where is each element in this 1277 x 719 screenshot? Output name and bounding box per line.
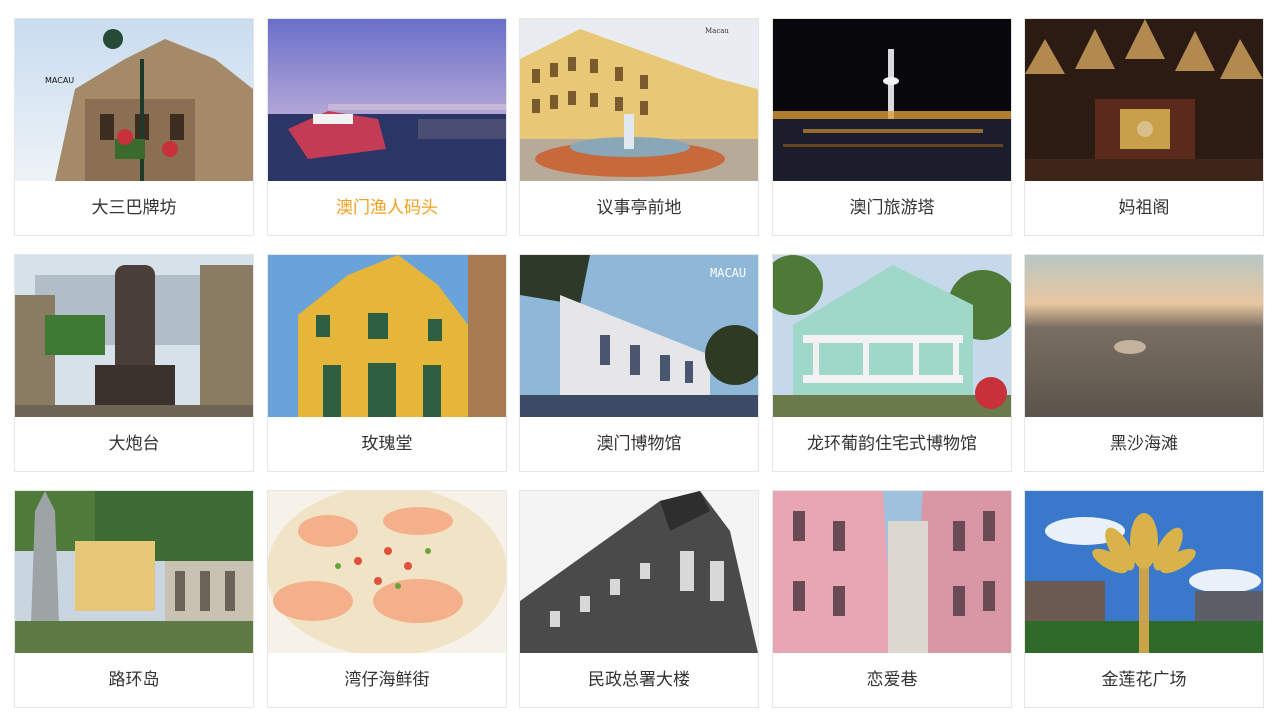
attraction-photo[interactable] xyxy=(1025,491,1263,653)
attraction-name[interactable]: 玫瑰堂 xyxy=(268,417,506,471)
attraction-photo[interactable] xyxy=(15,491,253,653)
attraction-card-wanzai-seafood-street[interactable]: 湾仔海鲜街 xyxy=(267,490,507,708)
attraction-name[interactable]: 龙环葡韵住宅式博物馆 xyxy=(773,417,1011,471)
attraction-name[interactable]: 澳门渔人码头 xyxy=(268,181,506,235)
attraction-card-taipa-houses-museum[interactable]: 龙环葡韵住宅式博物馆 xyxy=(772,254,1012,472)
attraction-card-fishermans-wharf[interactable]: 澳门渔人码头 xyxy=(267,18,507,236)
attraction-card-coloane-island[interactable]: 路环岛 xyxy=(14,490,254,708)
attraction-card-monte-fortress[interactable]: 大炮台 xyxy=(14,254,254,472)
attraction-card-hac-sa-beach[interactable]: 黑沙海滩 xyxy=(1024,254,1264,472)
attraction-name[interactable]: 金莲花广场 xyxy=(1025,653,1263,707)
image-watermark: Macau xyxy=(705,27,729,35)
attractions-grid: MACAU 大三巴牌坊 澳门渔人码头 Macau 议事亭前地 澳门旅游塔 妈祖阁… xyxy=(0,0,1277,719)
attraction-name[interactable]: 澳门博物馆 xyxy=(520,417,758,471)
attraction-card-civic-municipal-affairs-building[interactable]: 民政总署大楼 xyxy=(519,490,759,708)
attraction-photo[interactable] xyxy=(1025,19,1263,181)
attraction-card-ruins-of-st-pauls[interactable]: MACAU 大三巴牌坊 xyxy=(14,18,254,236)
attraction-name[interactable]: 大炮台 xyxy=(15,417,253,471)
attraction-name[interactable]: 路环岛 xyxy=(15,653,253,707)
image-watermark: MACAU xyxy=(710,266,746,280)
attraction-photo[interactable]: Macau xyxy=(520,19,758,181)
attraction-photo[interactable] xyxy=(268,19,506,181)
attraction-name[interactable]: 恋爱巷 xyxy=(773,653,1011,707)
attraction-photo[interactable] xyxy=(268,491,506,653)
attraction-photo[interactable] xyxy=(520,491,758,653)
attraction-card-macau-tower[interactable]: 澳门旅游塔 xyxy=(772,18,1012,236)
attraction-photo[interactable]: MACAU xyxy=(520,255,758,417)
attraction-card-st-dominics-church[interactable]: 玫瑰堂 xyxy=(267,254,507,472)
attraction-photo[interactable] xyxy=(1025,255,1263,417)
attraction-name[interactable]: 澳门旅游塔 xyxy=(773,181,1011,235)
attraction-card-a-ma-temple[interactable]: 妈祖阁 xyxy=(1024,18,1264,236)
attraction-card-travessa-da-paixao[interactable]: 恋爱巷 xyxy=(772,490,1012,708)
attraction-name[interactable]: 大三巴牌坊 xyxy=(15,181,253,235)
attraction-card-museum-of-macau[interactable]: MACAU 澳门博物馆 xyxy=(519,254,759,472)
attraction-photo[interactable] xyxy=(773,491,1011,653)
attraction-name[interactable]: 湾仔海鲜街 xyxy=(268,653,506,707)
attraction-photo[interactable] xyxy=(15,255,253,417)
attraction-photo[interactable] xyxy=(773,255,1011,417)
attraction-name[interactable]: 民政总署大楼 xyxy=(520,653,758,707)
attraction-name[interactable]: 黑沙海滩 xyxy=(1025,417,1263,471)
attraction-card-senado-square[interactable]: Macau 议事亭前地 xyxy=(519,18,759,236)
image-watermark: MACAU xyxy=(45,76,74,85)
attraction-photo[interactable] xyxy=(773,19,1011,181)
attraction-photo[interactable] xyxy=(268,255,506,417)
attraction-name[interactable]: 妈祖阁 xyxy=(1025,181,1263,235)
attraction-name[interactable]: 议事亭前地 xyxy=(520,181,758,235)
attraction-card-golden-lotus-square[interactable]: 金莲花广场 xyxy=(1024,490,1264,708)
attraction-photo[interactable]: MACAU xyxy=(15,19,253,181)
